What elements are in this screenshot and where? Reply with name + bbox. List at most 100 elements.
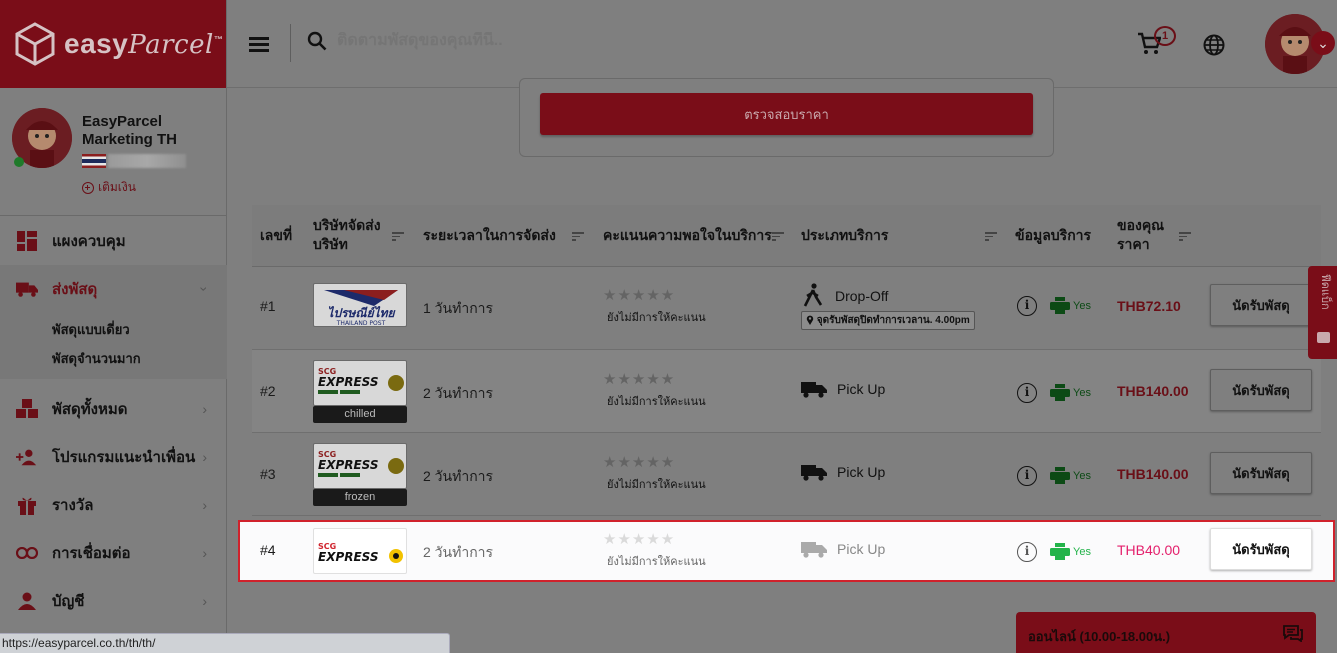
price: THB40.00 — [1117, 542, 1181, 558]
dropoff-note-text: จุดรับพัสดุปิดทำการเวลาน. 4.00pm — [816, 315, 970, 326]
service-label: Pick Up — [837, 464, 886, 480]
info-icon[interactable]: i — [1017, 296, 1037, 316]
printer-icon — [1050, 297, 1070, 314]
header-courier[interactable]: บริษัทจัดส่ง บริษัท — [313, 216, 393, 254]
service-type: Drop-Off — [801, 283, 888, 309]
info-icon[interactable]: i — [1017, 466, 1037, 486]
service-type: Pick Up — [801, 540, 885, 558]
delivery-time: 2 วันทำการ — [423, 468, 494, 484]
sidebar-item-send-parcel[interactable]: ส่งพัสดุ › — [0, 265, 227, 313]
delivery-time: 2 วันทำการ — [423, 544, 494, 560]
info-icon[interactable]: i — [1017, 542, 1037, 562]
logo-text: ไปรษณีย์ไทย — [327, 305, 395, 320]
printer-icon — [1050, 543, 1070, 560]
header-delivery-time[interactable]: ระยะเวลาในการจัดส่ง — [423, 226, 556, 245]
price: THB72.10 — [1117, 298, 1181, 314]
sidebar-subitem-bulk[interactable]: พัสดุจำนวนมาก — [52, 344, 227, 373]
browser-status-url: https://easyparcel.co.th/th/th/ — [0, 633, 450, 653]
walking-person-icon — [803, 283, 823, 307]
globe-language-icon[interactable] — [1203, 34, 1225, 56]
service-label: Pick Up — [837, 381, 886, 397]
sort-icon[interactable] — [772, 232, 784, 241]
printer-yes-label: Yes — [1073, 386, 1091, 399]
book-pickup-button[interactable]: นัดรับพัสดุ — [1210, 452, 1312, 494]
profile-panel: EasyParcel Marketing TH เติมเงิน — [0, 88, 226, 216]
row-number: #4 — [260, 542, 276, 558]
header-price[interactable]: ของคุณ ราคา — [1117, 216, 1167, 254]
table-row: #1 ไปรษณีย์ไทย THAILAND POST 1 วันทำการ … — [252, 267, 1321, 350]
sidebar-item-rewards[interactable]: รางวัล › — [0, 481, 227, 529]
profile-name: EasyParcel Marketing TH — [82, 113, 178, 148]
chevron-right-icon: › — [202, 593, 207, 609]
chevron-right-icon: › — [202, 497, 207, 513]
book-pickup-button[interactable]: นัดรับพัสดุ — [1210, 528, 1312, 570]
table-row: #3 SCG EXPRESS frozen 2 วันทำการ ★★★★★ ยั… — [252, 433, 1321, 516]
sidebar-item-dashboard[interactable]: แผงควบคุม — [0, 217, 227, 265]
sort-icon[interactable] — [392, 232, 404, 241]
header-no[interactable]: เลขที่ — [260, 226, 292, 245]
sort-icon[interactable] — [985, 232, 997, 241]
printer-icon — [1050, 467, 1070, 484]
sidebar-item-integrations[interactable]: การเชื่อมต่อ › — [0, 529, 227, 577]
check-rates-button[interactable]: ตรวจสอบราคา — [540, 93, 1033, 135]
sidebar-item-account[interactable]: บัญชี › — [0, 577, 227, 625]
rating-note: ยังไม่มีการให้คะแนน — [607, 396, 706, 408]
divider — [290, 24, 291, 62]
chevron-down-icon[interactable]: ⌄ — [1311, 31, 1335, 55]
search-icon — [307, 31, 327, 51]
sidebar-subitem-single[interactable]: พัสดุแบบเดี่ยว — [52, 315, 227, 344]
sidebar: easyParcel™ EasyParcel Marketing TH เติม… — [0, 0, 227, 653]
service-label: Pick Up — [837, 541, 886, 557]
sidebar-nav: แผงควบคุม ส่งพัสดุ › พัสดุแบบเดี่ยว พัสด… — [0, 217, 227, 625]
service-label: Drop-Off — [835, 288, 889, 304]
price: THB140.00 — [1117, 383, 1189, 399]
table-row: #2 SCG EXPRESS chilled 2 วันทำการ ★★★★★ ย… — [252, 350, 1321, 433]
feedback-icon — [1317, 332, 1330, 343]
printer-status: Yes — [1050, 297, 1091, 314]
brand-logo[interactable]: easyParcel™ — [14, 21, 223, 67]
rating-stars: ★★★★★ — [603, 531, 676, 548]
printer-yes-label: Yes — [1073, 469, 1091, 482]
printer-yes-label: Yes — [1073, 299, 1091, 312]
topup-link[interactable]: เติมเงิน — [82, 178, 136, 197]
rating-stars: ★★★★★ — [603, 371, 676, 388]
hamburger-menu-icon[interactable] — [249, 37, 269, 52]
brand-header[interactable]: easyParcel™ — [0, 0, 226, 88]
delivery-time: 1 วันทำการ — [423, 300, 494, 316]
sidebar-item-all-parcels[interactable]: พัสดุทั้งหมด › — [0, 385, 227, 433]
table-header: เลขที่ บริษัทจัดส่ง บริษัท ระยะเวลาในการ… — [252, 205, 1321, 267]
map-pin-icon — [806, 316, 814, 326]
price: THB140.00 — [1117, 466, 1189, 482]
logo-subtext: THAILAND POST — [336, 320, 386, 327]
sort-icon[interactable] — [572, 232, 584, 241]
scg-express-logo: SCG EXPRESS — [313, 360, 407, 406]
chat-status-label: ออนไลน์ (10.00-18.00น.) — [1028, 629, 1171, 644]
header-rating[interactable]: คะแนนความพอใจในบริการ — [603, 226, 772, 245]
table-row-highlighted: #4 SCG EXPRESS 2 วันทำการ ★★★★★ ยังไม่มีก… — [238, 520, 1335, 582]
book-pickup-button[interactable]: นัดรับพัสดุ — [1210, 369, 1312, 411]
header-service-type[interactable]: ประเภทบริการ — [801, 226, 888, 245]
header-service-info: ข้อมูลบริการ — [1015, 227, 1092, 243]
rating-note: ยังไม่มีการให้คะแนน — [607, 312, 706, 324]
book-pickup-button[interactable]: นัดรับพัสดุ — [1210, 284, 1312, 326]
tracking-search[interactable] — [307, 31, 637, 51]
brand-name: easyParcel™ — [64, 28, 224, 60]
printer-yes-label: Yes — [1073, 545, 1091, 558]
gift-icon — [16, 494, 38, 516]
sidebar-item-label: รางวัล — [52, 497, 94, 514]
chat-bubble-icon — [1283, 625, 1303, 642]
search-input[interactable] — [337, 32, 637, 50]
thailand-post-logo: ไปรษณีย์ไทย THAILAND POST — [313, 283, 407, 327]
online-status-dot — [14, 157, 24, 167]
sidebar-item-label: พัสดุทั้งหมด — [52, 401, 128, 418]
chevron-right-icon: › — [202, 449, 207, 465]
feedback-tab[interactable]: ฟีดแบ็ก — [1308, 266, 1337, 359]
printer-status: Yes — [1050, 384, 1091, 401]
live-chat-bar[interactable]: ออนไลน์ (10.00-18.00น.) — [1016, 612, 1316, 653]
sidebar-item-referral[interactable]: โปรแกรมแนะนำเพื่อน › — [0, 433, 227, 481]
truck-icon — [801, 542, 827, 558]
sort-icon[interactable] — [1179, 232, 1191, 241]
dropoff-location-note[interactable]: จุดรับพัสดุปิดทำการเวลาน. 4.00pm — [801, 311, 975, 330]
info-icon[interactable]: i — [1017, 383, 1037, 403]
chevron-right-icon: › — [202, 401, 207, 417]
